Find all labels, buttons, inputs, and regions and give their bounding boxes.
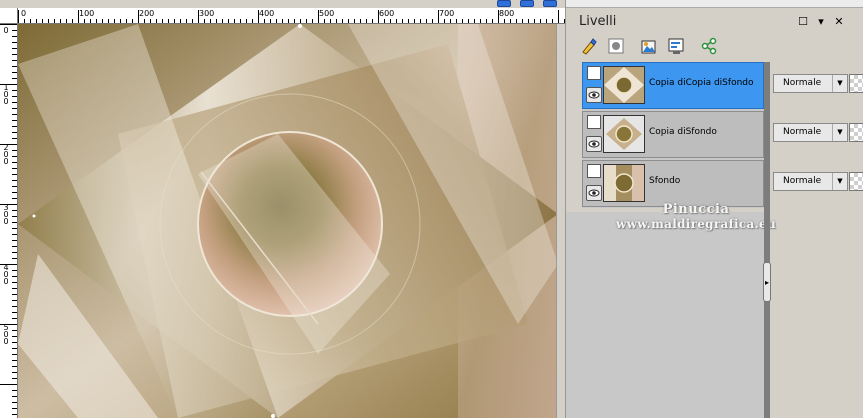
- maximize-button[interactable]: [520, 0, 534, 7]
- ruler-digit: 0: [3, 157, 9, 166]
- blend-mode-dropdown[interactable]: Normale ▼: [773, 74, 848, 93]
- ruler-corner: [0, 8, 18, 24]
- close-window-button[interactable]: [543, 0, 557, 7]
- layer-row-copia-dicopia-disfondo[interactable]: Copia diCopia diSfondo: [582, 62, 764, 109]
- vertical-scrollbar[interactable]: [556, 24, 565, 418]
- image-window: 0 100 200 300 400 500 600 700 800 0 1 0 …: [0, 0, 565, 418]
- brush-icon[interactable]: [579, 36, 599, 56]
- layer-thumbnail: [603, 66, 645, 104]
- ruler-label: 800: [499, 9, 515, 18]
- visibility-eye-icon[interactable]: [586, 136, 602, 152]
- visibility-eye-icon[interactable]: [586, 87, 602, 103]
- layer-name: Copia diCopia diSfondo: [649, 78, 754, 88]
- ruler-label: 3 0 0: [2, 204, 10, 226]
- ruler-label: 1 0 0: [2, 84, 10, 106]
- layer-row-copia-disfondo[interactable]: Copia diSfondo: [582, 111, 764, 158]
- mask-icon[interactable]: [606, 36, 626, 56]
- ruler-label: 300: [199, 9, 215, 18]
- ruler-label: 400: [259, 9, 275, 18]
- minimize-button[interactable]: [497, 0, 511, 7]
- watermark-author: Pinuccia: [662, 202, 730, 217]
- opacity-swatch[interactable]: [849, 74, 863, 93]
- ruler-label: 200: [139, 9, 155, 18]
- palette-header: Livelli ☐ ▾ ✕: [566, 8, 863, 32]
- layer-name: Sfondo: [649, 176, 681, 186]
- artwork: [18, 24, 558, 418]
- group-icon[interactable]: [639, 36, 659, 56]
- opacity-swatch[interactable]: [849, 123, 863, 142]
- window-titlebar: [0, 0, 565, 8]
- share-icon[interactable]: [699, 36, 719, 56]
- horizontal-ruler-ticks: [18, 10, 565, 23]
- ruler-label: 0: [2, 26, 10, 35]
- ruler-label: 5 0 0: [2, 324, 10, 346]
- restore-icon[interactable]: ☐: [797, 16, 809, 28]
- menu-dropdown-icon[interactable]: ▾: [815, 16, 827, 28]
- layer-type-icon: [587, 115, 601, 129]
- chevron-down-icon[interactable]: ▼: [832, 124, 847, 141]
- layer-row-sfondo[interactable]: Sfondo: [582, 160, 764, 207]
- layer-type-icon: [587, 66, 601, 80]
- layer-thumbnail: [603, 164, 645, 202]
- previous-palette-edge: [566, 0, 863, 8]
- ruler-label: 700: [439, 9, 455, 18]
- ruler-digit: 0: [3, 277, 9, 286]
- ruler-label: 500: [319, 9, 335, 18]
- properties-icon[interactable]: [666, 36, 686, 56]
- ruler-label: 0: [21, 9, 27, 18]
- chevron-down-icon[interactable]: ▼: [832, 75, 847, 92]
- chevron-down-icon[interactable]: ▼: [832, 173, 847, 190]
- close-icon[interactable]: ✕: [833, 16, 845, 28]
- layers-toolbar: [566, 34, 863, 58]
- splitter-arrow-icon[interactable]: ▸: [763, 262, 771, 302]
- blend-mode-dropdown[interactable]: Normale ▼: [773, 172, 848, 191]
- watermark: Pinuccia www.maldiregrafica.eu: [576, 202, 816, 231]
- layer-name: Copia diSfondo: [649, 127, 717, 137]
- palette-title: Livelli: [579, 14, 617, 29]
- layer-list: Copia diCopia diSfondo Copia diSfondo Sf…: [582, 62, 764, 208]
- ruler-label: 100: [79, 9, 95, 18]
- ruler-label: 600: [379, 9, 395, 18]
- blend-mode-value: Normale: [783, 127, 822, 137]
- layers-palette: Livelli ☐ ▾ ✕ Copia diCopia diSfondo Cop…: [565, 0, 863, 418]
- ruler-digit: 0: [3, 26, 9, 35]
- ruler-digit: 0: [3, 97, 9, 106]
- ruler-digit: 0: [3, 337, 9, 346]
- layer-thumbnail: [603, 115, 645, 153]
- blend-mode-value: Normale: [783, 78, 822, 88]
- vertical-ruler: 0 1 0 0 2 0 0 3 0 0 4 0 0 5 0 0: [0, 24, 18, 418]
- layer-type-icon: [587, 164, 601, 178]
- watermark-url: www.maldiregrafica.eu: [615, 217, 777, 231]
- ruler-digit: 0: [3, 217, 9, 226]
- palette-splitter[interactable]: [764, 62, 770, 418]
- ruler-label: 4 0 0: [2, 264, 10, 286]
- blend-mode-dropdown[interactable]: Normale ▼: [773, 123, 848, 142]
- blend-mode-value: Normale: [783, 176, 822, 186]
- layer-list-empty-area[interactable]: [566, 212, 764, 418]
- opacity-swatch[interactable]: [849, 172, 863, 191]
- image-canvas[interactable]: [18, 24, 565, 418]
- visibility-eye-icon[interactable]: [586, 185, 602, 201]
- horizontal-ruler: 0 100 200 300 400 500 600 700 800: [18, 8, 565, 24]
- ruler-label: 2 0 0: [2, 144, 10, 166]
